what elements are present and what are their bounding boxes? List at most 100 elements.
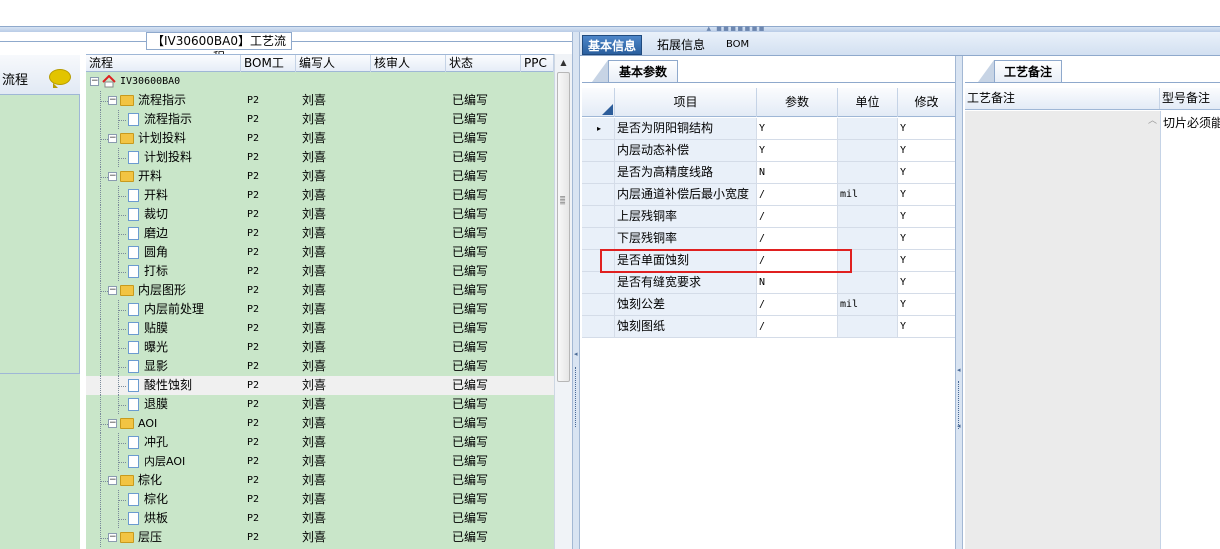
subtab-basic-params[interactable]: 基本参数: [608, 60, 678, 82]
tree-folder-row[interactable]: − 棕化 P2 刘喜 已编写: [86, 471, 554, 490]
vertical-splitter-right[interactable]: ◂ ◂: [955, 56, 963, 549]
param-modify-field[interactable]: Y: [898, 250, 956, 271]
tree-row[interactable]: 开料 P2 刘喜 已编写: [86, 186, 554, 205]
param-row[interactable]: 蚀刻公差 / mil Y: [582, 294, 956, 316]
tree-row[interactable]: 裁切 P2 刘喜 已编写: [86, 205, 554, 224]
param-row[interactable]: 是否为高精度线路 N Y: [582, 162, 956, 184]
col-header-writer[interactable]: 编写人: [296, 55, 371, 72]
tab-extended-info[interactable]: 拓展信息: [652, 35, 710, 55]
model-remarks-text[interactable]: 切片必须能: [1160, 111, 1220, 549]
tree-row[interactable]: 显影 P2 刘喜 已编写: [86, 357, 554, 376]
col-header-ppc[interactable]: PPC: [521, 55, 554, 72]
tree-row[interactable]: 圆角 P2 刘喜 已编写: [86, 243, 554, 262]
param-modify-field[interactable]: Y: [898, 118, 956, 139]
row-indicator[interactable]: [582, 272, 615, 293]
tree-title: 【IV30600BA0】工艺流程: [146, 32, 292, 64]
col-header-status[interactable]: 状态: [446, 55, 521, 72]
param-row[interactable]: 上层残铜率 / Y: [582, 206, 956, 228]
param-row[interactable]: 内层通道补偿后最小宽度 / mil Y: [582, 184, 956, 206]
tree-row[interactable]: 退膜 P2 刘喜 已编写: [86, 395, 554, 414]
remarks-scroll-up-icon[interactable]: ︿: [1145, 111, 1160, 131]
param-value-field[interactable]: /: [757, 206, 838, 227]
param-row[interactable]: ▸ 是否为阴阳铜结构 Y Y: [582, 118, 956, 140]
row-indicator[interactable]: [582, 316, 615, 337]
tree-folder-row[interactable]: − 流程指示 P2 刘喜 已编写: [86, 91, 554, 110]
row-indicator[interactable]: [582, 294, 615, 315]
param-value-field[interactable]: N: [757, 272, 838, 293]
param-value-field[interactable]: /: [757, 316, 838, 337]
col-header-unit[interactable]: 单位: [838, 88, 898, 117]
tree-row[interactable]: 磨边 P2 刘喜 已编写: [86, 224, 554, 243]
collapse-toggle-icon[interactable]: −: [108, 286, 117, 295]
collapse-toggle-icon[interactable]: −: [108, 134, 117, 143]
tree-row[interactable]: 棕化 P2 刘喜 已编写: [86, 490, 554, 509]
param-modify-field[interactable]: Y: [898, 316, 956, 337]
collapse-toggle-icon[interactable]: −: [108, 96, 117, 105]
tree-scrollbar[interactable]: ▲ ═ ═ ═: [554, 54, 572, 549]
tree-row[interactable]: 酸性蚀刻 P2 刘喜 已编写: [86, 376, 554, 395]
param-modify-field[interactable]: Y: [898, 206, 956, 227]
collapse-toggle-icon[interactable]: −: [108, 419, 117, 428]
tree-row[interactable]: 流程指示 P2 刘喜 已编写: [86, 110, 554, 129]
col-header-bom[interactable]: BOM工厂: [241, 55, 296, 87]
comment-bubble-icon[interactable]: [49, 69, 71, 88]
collapse-toggle-icon[interactable]: −: [90, 77, 99, 86]
row-indicator[interactable]: [582, 184, 615, 205]
param-modify-field[interactable]: Y: [898, 184, 956, 205]
collapse-toggle-icon[interactable]: −: [108, 476, 117, 485]
tab-bom[interactable]: BOM: [721, 35, 754, 55]
col-header-item[interactable]: 项目: [615, 88, 757, 117]
param-row[interactable]: 下层残铜率 / Y: [582, 228, 956, 250]
tree-root-row[interactable]: − IV30600BA0: [86, 72, 554, 91]
tree-folder-row[interactable]: − 层压 P2 刘喜 已编写: [86, 528, 554, 547]
tree-row[interactable]: 冲孔 P2 刘喜 已编写: [86, 433, 554, 452]
scroll-up-arrow-icon[interactable]: ▲: [555, 54, 572, 72]
tree-row[interactable]: 内层AOI P2 刘喜 已编写: [86, 452, 554, 471]
param-value-field[interactable]: /: [757, 228, 838, 249]
tree-folder-row[interactable]: − 内层图形 P2 刘喜 已编写: [86, 281, 554, 300]
tree-row[interactable]: 烘板 P2 刘喜 已编写: [86, 509, 554, 528]
param-value-field[interactable]: Y: [757, 140, 838, 161]
row-indicator[interactable]: [582, 228, 615, 249]
left-panel-header[interactable]: 流程: [0, 55, 80, 95]
col-header-reviewer[interactable]: 核审人: [371, 55, 446, 72]
tree-row[interactable]: 计划投料 P2 刘喜 已编写: [86, 148, 554, 167]
param-modify-field[interactable]: Y: [898, 272, 956, 293]
tree-row[interactable]: 打标 P2 刘喜 已编写: [86, 262, 554, 281]
current-row-indicator-icon[interactable]: ▸: [582, 118, 615, 139]
param-row[interactable]: 是否有缝宽要求 N Y: [582, 272, 956, 294]
param-value-field[interactable]: /: [757, 184, 838, 205]
param-row[interactable]: 内层动态补偿 Y Y: [582, 140, 956, 162]
process-remarks-text[interactable]: [965, 111, 1160, 549]
tree-folder-row[interactable]: − AOI P2 刘喜 已编写: [86, 414, 554, 433]
select-all-corner[interactable]: [582, 88, 615, 117]
col-header-flow[interactable]: 流程: [86, 55, 241, 72]
tree-folder-row[interactable]: − 开料 P2 刘喜 已编写: [86, 167, 554, 186]
param-modify-field[interactable]: Y: [898, 228, 956, 249]
tab-basic-info[interactable]: 基本信息: [582, 35, 643, 55]
col-header-modify[interactable]: 修改: [898, 88, 956, 117]
row-indicator[interactable]: [582, 140, 615, 161]
param-modify-field[interactable]: Y: [898, 294, 956, 315]
row-indicator[interactable]: [582, 206, 615, 227]
collapse-toggle-icon[interactable]: −: [108, 172, 117, 181]
tab-process-remarks[interactable]: 工艺备注: [994, 60, 1062, 82]
param-value-field[interactable]: /: [757, 294, 838, 315]
collapse-toggle-icon[interactable]: −: [108, 533, 117, 542]
tree-connector: [100, 357, 101, 376]
param-row[interactable]: 蚀刻图纸 / Y: [582, 316, 956, 338]
col-header-model-remarks[interactable]: 型号备注: [1160, 88, 1220, 109]
vertical-splitter-left[interactable]: ◂: [572, 32, 580, 549]
param-value-field[interactable]: Y: [757, 118, 838, 139]
param-modify-field[interactable]: Y: [898, 162, 956, 183]
row-indicator[interactable]: [582, 162, 615, 183]
param-value-field[interactable]: N: [757, 162, 838, 183]
col-header-param[interactable]: 参数: [757, 88, 838, 117]
tree-row[interactable]: 内层前处理 P2 刘喜 已编写: [86, 300, 554, 319]
param-modify-field[interactable]: Y: [898, 140, 956, 161]
tree-row[interactable]: 曝光 P2 刘喜 已编写: [86, 338, 554, 357]
scroll-thumb[interactable]: [557, 72, 570, 382]
col-header-process-remarks[interactable]: 工艺备注: [965, 88, 1160, 109]
tree-row[interactable]: 贴膜 P2 刘喜 已编写: [86, 319, 554, 338]
tree-folder-row[interactable]: − 计划投料 P2 刘喜 已编写: [86, 129, 554, 148]
